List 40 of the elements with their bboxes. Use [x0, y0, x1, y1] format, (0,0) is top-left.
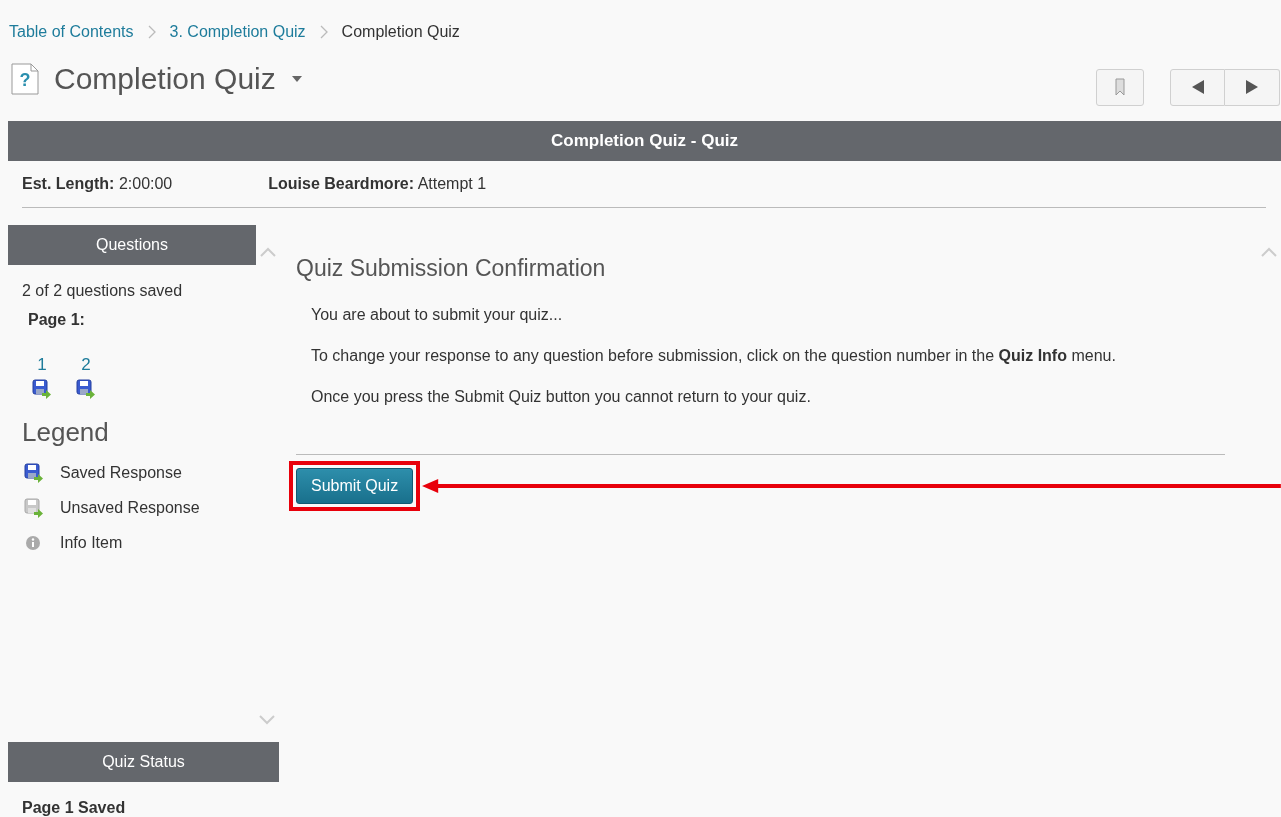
status-text: Page 1 Saved — [22, 799, 127, 817]
question-link[interactable]: 2 — [81, 355, 91, 375]
legend-label: Unsaved Response — [60, 498, 200, 517]
page-title: Completion Quiz — [54, 62, 276, 96]
breadcrumb-link[interactable]: Table of Contents — [9, 23, 134, 41]
panel-header: Questions — [8, 225, 256, 265]
question-link[interactable]: 1 — [37, 355, 47, 375]
chevron-right-icon — [319, 25, 328, 39]
legend-label: Saved Response — [60, 463, 182, 482]
section-heading: Quiz Submission Confirmation — [296, 255, 607, 282]
saved-disk-icon — [76, 379, 96, 399]
scroll-down-icon[interactable] — [259, 715, 275, 725]
quiz-document-icon: ? — [11, 63, 39, 95]
breadcrumb-current: Completion Quiz — [341, 23, 460, 41]
paragraph: Once you press the Submit Quiz button you cannot return to your quiz. — [311, 388, 812, 406]
left-triangle-icon — [1191, 80, 1204, 94]
quiz-banner: Completion Quiz - Quiz — [8, 121, 1281, 161]
next-button[interactable] — [1225, 68, 1280, 106]
right-triangle-icon — [1246, 80, 1258, 94]
saved-disk-icon — [24, 462, 44, 483]
scroll-up-icon[interactable] — [1261, 247, 1277, 257]
panel-header: Quiz Status — [8, 742, 279, 782]
unsaved-disk-icon — [24, 497, 44, 518]
paragraph: You are about to submit your quiz... — [311, 306, 564, 324]
info-text: Est. Length: 2:00:00 — [22, 175, 173, 193]
chevron-right-icon — [147, 25, 156, 39]
info-text: Louise Beardmore: Attempt 1 — [268, 175, 487, 193]
breadcrumb-link[interactable]: 3. Completion Quiz — [169, 23, 306, 41]
scroll-up-icon[interactable] — [260, 247, 276, 257]
legend-label: Info Item — [60, 533, 123, 552]
bookmark-button[interactable] — [1096, 68, 1144, 106]
legend-title: Legend — [22, 417, 110, 448]
saved-disk-icon — [32, 379, 52, 399]
dropdown-caret-icon[interactable] — [291, 76, 302, 82]
summary-text: 2 of 2 questions saved — [22, 282, 184, 300]
previous-button[interactable] — [1170, 68, 1225, 106]
submit-button[interactable]: Submit Quiz — [296, 468, 414, 504]
paragraph: To change your response to any question before submission, click on the question number in the Quiz Info menu. — [311, 347, 1117, 365]
bookmark-icon — [1115, 78, 1125, 96]
page-label: Page 1: — [28, 311, 86, 329]
